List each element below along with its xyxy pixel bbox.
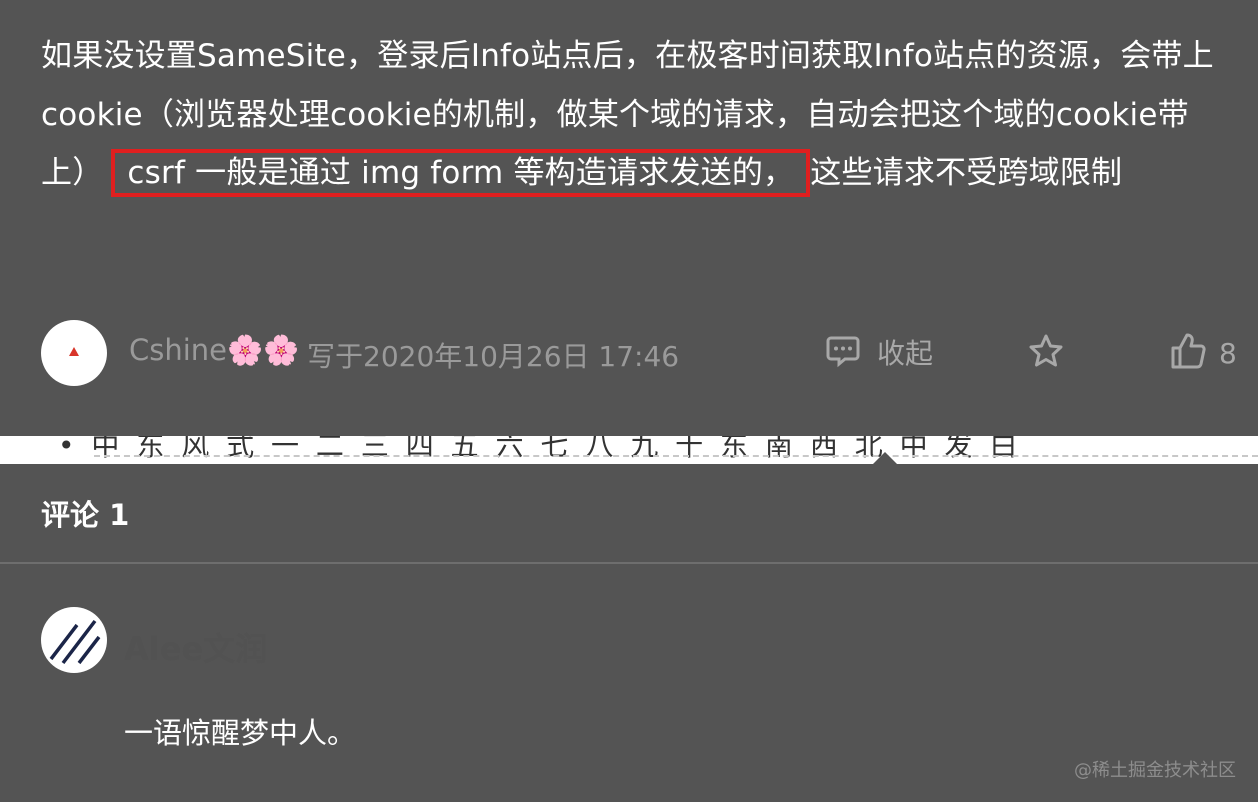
comments-title: 评论 1 bbox=[41, 498, 130, 532]
like-button[interactable]: 8 bbox=[1169, 331, 1237, 375]
commenter-name[interactable]: Alee文润 bbox=[124, 624, 267, 670]
comment-text: 一语惊醒梦中人。 bbox=[124, 716, 357, 750]
post-meta: Cshine🌸🌸 写于2020年10月26日 17:46 收起 8 bbox=[41, 320, 1237, 386]
dashed-divider bbox=[94, 455, 1258, 457]
star-icon[interactable] bbox=[1027, 332, 1065, 374]
collapse-comments-button[interactable]: 收起 bbox=[825, 332, 933, 372]
post-content: 如果没设置SameSite，登录后Info站点后，在极客时间获取Info站点的资… bbox=[41, 27, 1231, 203]
thumbs-up-icon bbox=[1169, 331, 1207, 375]
comment-icon bbox=[825, 332, 861, 372]
overlapped-content-strip: • 中 东 风 式 一 二 三 四 五 六 七 八 九 十 东 南 西 北 中 … bbox=[0, 436, 1258, 464]
author-name[interactable]: Cshine🌸🌸 bbox=[129, 333, 299, 368]
watermelon-icon bbox=[69, 347, 79, 356]
watermark: @稀土掘金技术社区 bbox=[1074, 760, 1236, 781]
author-avatar[interactable] bbox=[41, 320, 107, 386]
post-text-part2: 这些请求不受跨域限制 bbox=[810, 155, 1123, 191]
post-time: 写于2020年10月26日 17:46 bbox=[307, 340, 680, 373]
comments-panel: 评论 1 Alee文润 一语惊醒梦中人。 @稀土掘金技术社区 bbox=[0, 464, 1258, 802]
highlighted-text: csrf 一般是通过 img form 等构造请求发送的， bbox=[111, 149, 811, 197]
post-card: 如果没设置SameSite，登录后Info站点后，在极客时间获取Info站点的资… bbox=[0, 0, 1258, 436]
comments-divider bbox=[0, 562, 1258, 564]
commenter-avatar[interactable] bbox=[41, 607, 107, 673]
like-count: 8 bbox=[1219, 336, 1237, 370]
panel-caret bbox=[873, 452, 897, 464]
collapse-label: 收起 bbox=[877, 337, 934, 370]
